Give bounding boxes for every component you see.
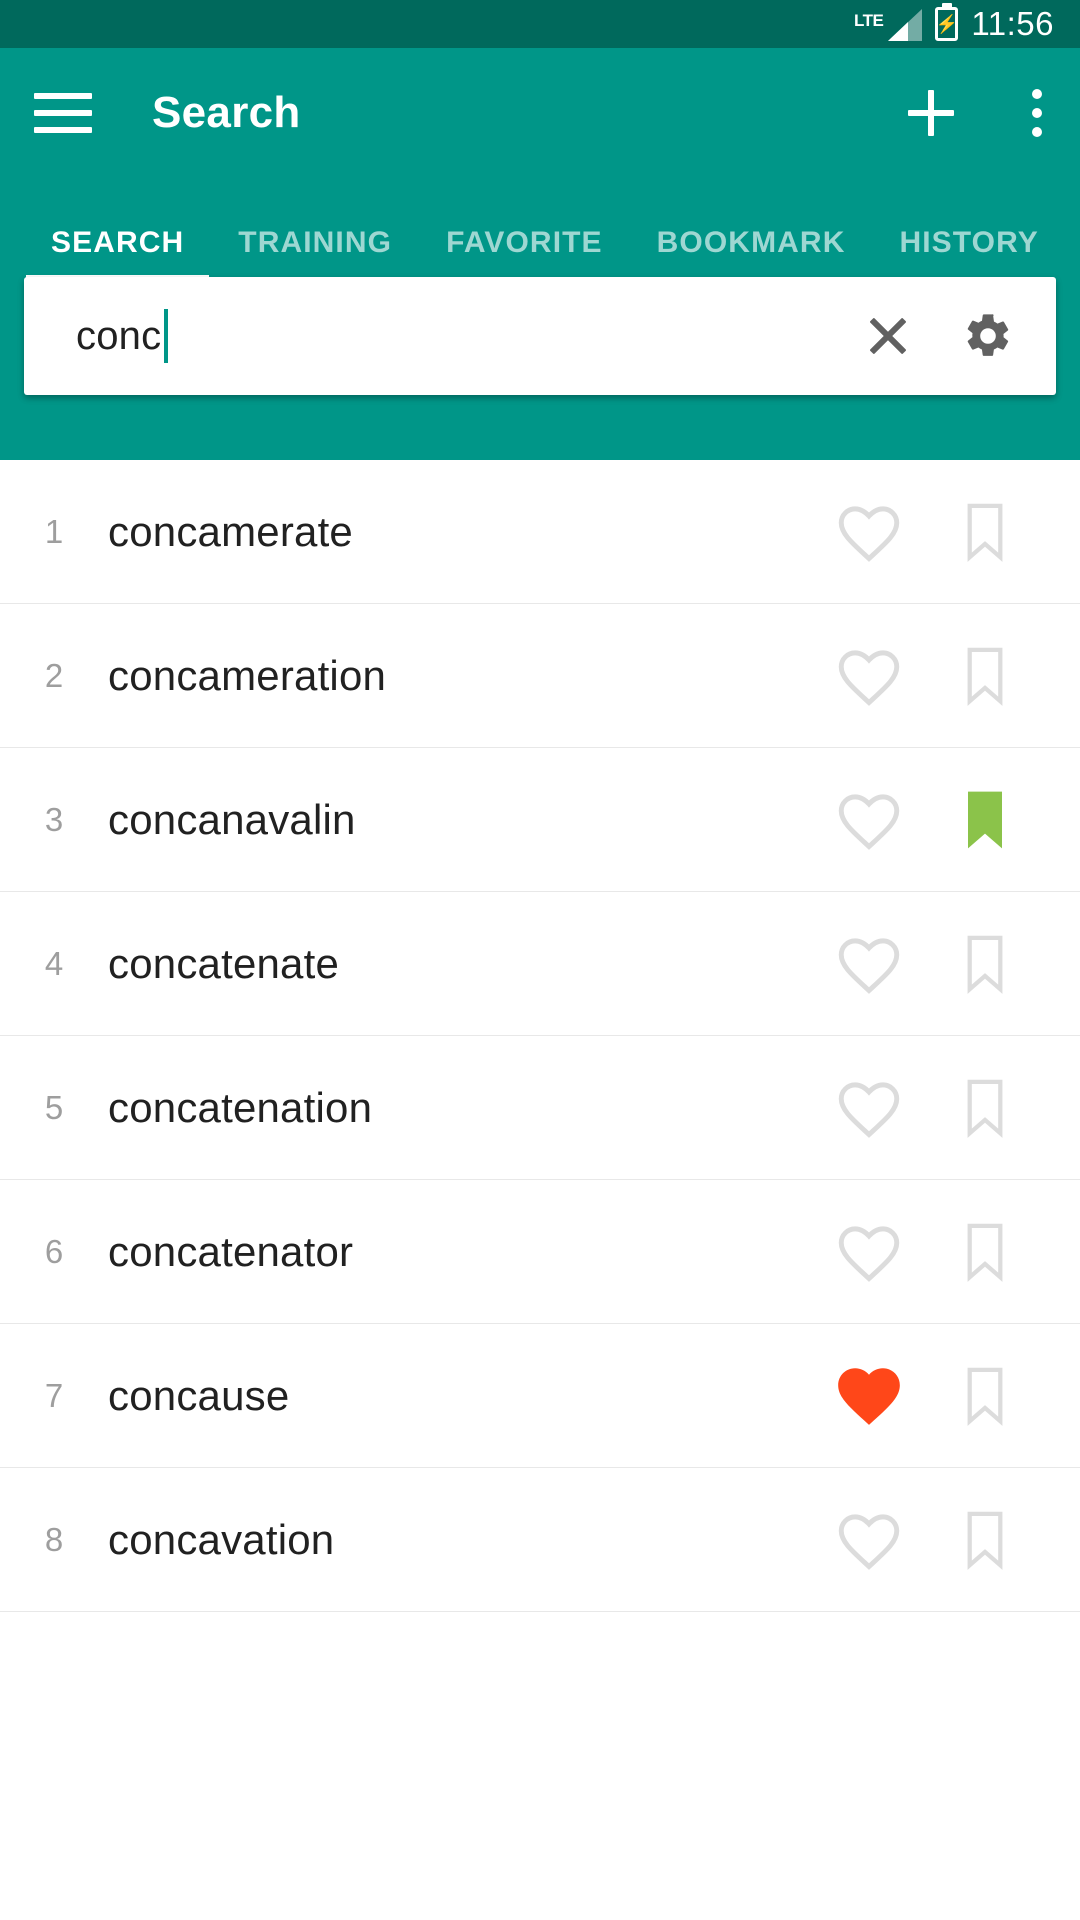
- row-actions: [830, 1351, 1050, 1441]
- status-bar-right: LTE ⚡ 11:56: [852, 5, 1054, 43]
- tab-favorite[interactable]: FAVORITE: [419, 226, 630, 282]
- bookmark-icon[interactable]: [946, 1063, 1024, 1153]
- hamburger-menu-icon[interactable]: [34, 93, 92, 133]
- row-word: concatenator: [108, 1227, 354, 1275]
- bookmark-icon[interactable]: [946, 775, 1024, 865]
- row-index: 7: [44, 1376, 64, 1414]
- status-bar: LTE ⚡ 11:56: [0, 0, 1080, 48]
- table-row[interactable]: 2 concameration: [0, 604, 1080, 748]
- table-row[interactable]: 8 concavation: [0, 1468, 1080, 1612]
- table-row[interactable]: 6 concatenator: [0, 1180, 1080, 1324]
- table-row[interactable]: 1 concamerate: [0, 460, 1080, 604]
- row-word: concameration: [108, 651, 387, 699]
- row-actions: [830, 1207, 1050, 1297]
- table-row[interactable]: 3 concanavalin: [0, 748, 1080, 892]
- heart-icon[interactable]: [830, 919, 908, 1009]
- heart-icon[interactable]: [830, 487, 908, 577]
- row-word: concause: [108, 1371, 290, 1419]
- close-x-icon[interactable]: [866, 314, 910, 358]
- battery-charging-icon: ⚡: [935, 7, 959, 41]
- tab-search[interactable]: SEARCH: [24, 226, 211, 282]
- row-actions: [830, 487, 1050, 577]
- network-type-label: LTE: [854, 11, 884, 30]
- row-index: 3: [44, 800, 64, 838]
- row-index: 2: [44, 656, 64, 694]
- row-word: concatenate: [108, 939, 340, 987]
- bookmark-icon[interactable]: [946, 1351, 1024, 1441]
- kebab-menu-icon[interactable]: [1018, 85, 1046, 141]
- search-field-actions: [866, 310, 1026, 362]
- gear-icon[interactable]: [962, 310, 1014, 362]
- page-title: Search: [152, 88, 301, 137]
- bookmark-icon[interactable]: [946, 631, 1024, 721]
- tab-bar[interactable]: SEARCH TRAINING FAVORITE BOOKMARK HISTOR…: [0, 178, 1080, 282]
- text-caret: [164, 309, 169, 363]
- heart-icon[interactable]: [830, 631, 908, 721]
- row-index: 6: [44, 1232, 64, 1270]
- bookmark-icon[interactable]: [946, 1207, 1024, 1297]
- search-input-value: conc: [76, 313, 162, 358]
- signal-bars-icon: LTE: [852, 7, 923, 41]
- row-actions: [830, 775, 1050, 865]
- search-input[interactable]: conc: [76, 309, 169, 363]
- row-actions: [830, 919, 1050, 1009]
- row-word: concavation: [108, 1515, 335, 1563]
- charging-bolt-icon: ⚡: [935, 14, 959, 34]
- app-bar: Search SEARCH TRAINING FAVORITE BOOKMARK…: [0, 48, 1080, 282]
- row-actions: [830, 1063, 1050, 1153]
- heart-icon[interactable]: [830, 1351, 908, 1441]
- app-bar-actions: [908, 85, 1046, 141]
- bookmark-icon[interactable]: [946, 487, 1024, 577]
- heart-icon[interactable]: [830, 1495, 908, 1585]
- bookmark-icon[interactable]: [946, 1495, 1024, 1585]
- row-index: 8: [44, 1520, 64, 1558]
- row-index: 1: [44, 512, 64, 550]
- bookmark-icon[interactable]: [946, 919, 1024, 1009]
- signal-triangle-icon: [882, 9, 923, 41]
- row-actions: [830, 1495, 1050, 1585]
- row-word: concanavalin: [108, 795, 356, 843]
- heart-icon[interactable]: [830, 775, 908, 865]
- table-row[interactable]: 4 concatenate: [0, 892, 1080, 1036]
- plus-icon[interactable]: [908, 90, 954, 136]
- search-results-list: 1 concamerate 2 concameration 3 concanavalin 4…: [0, 460, 1080, 1612]
- heart-icon[interactable]: [830, 1063, 908, 1153]
- row-actions: [830, 631, 1050, 721]
- status-bar-clock: 11:56: [971, 5, 1054, 42]
- heart-icon[interactable]: [830, 1207, 908, 1297]
- app-bar-top-row: Search: [0, 48, 1080, 178]
- tab-bookmark[interactable]: BOOKMARK: [630, 226, 873, 282]
- row-index: 4: [44, 944, 64, 982]
- table-row[interactable]: 7 concause: [0, 1324, 1080, 1468]
- tab-training[interactable]: TRAINING: [211, 226, 419, 282]
- tab-history[interactable]: HISTORY: [872, 226, 1065, 282]
- row-index: 5: [44, 1088, 64, 1126]
- row-word: concamerate: [108, 507, 353, 555]
- row-word: concatenation: [108, 1083, 373, 1131]
- search-card[interactable]: conc: [24, 277, 1056, 395]
- search-bar-container: conc: [0, 277, 1080, 460]
- table-row[interactable]: 5 concatenation: [0, 1036, 1080, 1180]
